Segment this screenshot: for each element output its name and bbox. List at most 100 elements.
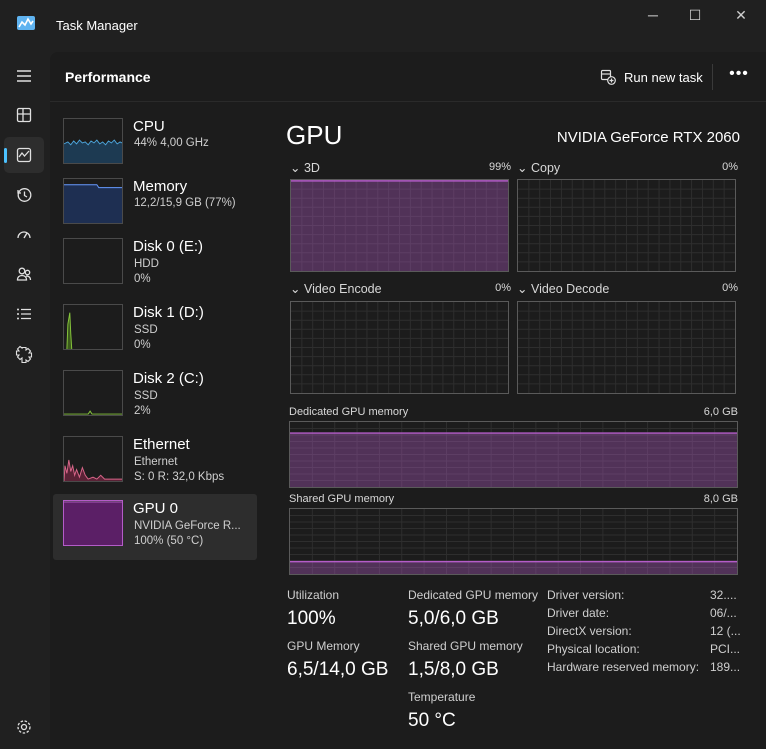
run-task-icon bbox=[600, 69, 616, 85]
window-title: Task Manager bbox=[56, 18, 138, 33]
temperature-value: 50 °C bbox=[408, 710, 456, 731]
device-name: Memory bbox=[133, 178, 188, 195]
device-usage: 2% bbox=[134, 405, 151, 417]
device-disk-1[interactable]: Disk 1 (D:) SSD 0% bbox=[53, 298, 257, 364]
close-button[interactable]: ✕ bbox=[718, 4, 764, 26]
gpu-thumbnail-graph bbox=[63, 500, 123, 546]
more-options-button[interactable]: ••• bbox=[726, 65, 752, 89]
users-icon bbox=[16, 267, 32, 281]
device-name: CPU bbox=[133, 118, 165, 135]
shared-memory-max: 8,0 GB bbox=[703, 493, 738, 505]
device-detail: 44% 4,00 GHz bbox=[134, 137, 209, 149]
chevron-down-icon: ⌄ bbox=[290, 161, 301, 175]
engine-percent: 99% bbox=[488, 161, 511, 173]
device-type: HDD bbox=[134, 258, 159, 270]
engine-label: 3D bbox=[303, 161, 320, 175]
engine-copy-selector[interactable]: ⌄ Copy bbox=[517, 160, 560, 175]
hamburger-menu-button[interactable] bbox=[4, 58, 44, 94]
minimize-button[interactable]: ─ bbox=[630, 4, 676, 26]
disk-1-thumbnail-graph bbox=[63, 304, 123, 350]
nav-details[interactable] bbox=[4, 296, 44, 332]
dedicated-memory-label: Dedicated GPU memory bbox=[289, 406, 409, 418]
usage-fill bbox=[290, 433, 737, 487]
chevron-down-icon: ⌄ bbox=[290, 282, 301, 296]
engine-copy-graph bbox=[517, 179, 736, 272]
directx-version-value: 12 (... bbox=[710, 624, 741, 638]
shared-memory-label: Shared GPU memory bbox=[289, 493, 395, 505]
nav-performance[interactable] bbox=[4, 137, 44, 173]
run-new-task-button[interactable]: Run new task bbox=[600, 66, 703, 88]
driver-date-value: 06/... bbox=[710, 606, 737, 620]
temperature-label: Temperature bbox=[408, 690, 476, 704]
cpu-thumbnail-graph bbox=[63, 118, 123, 164]
engine-label: Video Decode bbox=[530, 282, 610, 296]
nav-startup-apps[interactable] bbox=[4, 217, 44, 253]
engine-video-decode-selector[interactable]: ⌄ Video Decode bbox=[517, 281, 609, 296]
engine-video-decode-graph bbox=[517, 301, 736, 394]
nav-users[interactable] bbox=[4, 256, 44, 292]
gpu-memory-label: GPU Memory bbox=[287, 639, 360, 653]
device-detail: 12,2/15,9 GB (77%) bbox=[134, 197, 236, 209]
directx-version-key: DirectX version: bbox=[547, 624, 632, 638]
engine-video-encode-selector[interactable]: ⌄ Video Encode bbox=[290, 281, 382, 296]
device-name: GPU 0 bbox=[133, 500, 179, 517]
hamburger-icon bbox=[17, 70, 31, 82]
header-divider bbox=[712, 64, 713, 90]
device-disk-2[interactable]: Disk 2 (C:) SSD 2% bbox=[53, 364, 257, 430]
nav-processes[interactable] bbox=[4, 97, 44, 133]
gpu-memory-value: 6,5/14,0 GB bbox=[287, 659, 389, 680]
utilization-value: 100% bbox=[287, 608, 336, 629]
nav-services[interactable] bbox=[4, 336, 44, 372]
shared-memory-graph bbox=[289, 508, 738, 575]
device-model: NVIDIA GeForce R... bbox=[134, 520, 241, 532]
disk-2-thumbnail-graph bbox=[63, 370, 123, 416]
engine-3d-selector[interactable]: ⌄ 3D bbox=[290, 160, 320, 175]
navigation-rail bbox=[0, 52, 50, 749]
usage-fill bbox=[290, 561, 737, 574]
title-bar: Task Manager ─ ☐ ✕ bbox=[0, 0, 766, 52]
device-cpu[interactable]: CPU 44% 4,00 GHz bbox=[53, 112, 257, 178]
device-gpu-0[interactable]: GPU 0 NVIDIA GeForce R... 100% (50 °C) bbox=[53, 494, 257, 560]
services-icon bbox=[15, 345, 33, 363]
device-type: Ethernet bbox=[134, 456, 178, 468]
device-name: Disk 1 (D:) bbox=[133, 304, 204, 321]
device-disk-0[interactable]: Disk 0 (E:) HDD 0% bbox=[53, 232, 257, 298]
dedicated-stat-label: Dedicated GPU memory bbox=[408, 588, 539, 602]
performance-content: CPU 44% 4,00 GHz Memory 12,2/15,9 GB (77… bbox=[50, 102, 766, 749]
engine-3d-graph bbox=[290, 179, 509, 272]
startup-apps-icon bbox=[17, 231, 31, 239]
details-icon bbox=[17, 308, 31, 320]
nav-settings[interactable] bbox=[4, 709, 44, 745]
device-memory[interactable]: Memory 12,2/15,9 GB (77%) bbox=[53, 172, 257, 238]
engine-label: Video Encode bbox=[303, 282, 382, 296]
driver-version-key: Driver version: bbox=[547, 588, 625, 602]
device-ethernet[interactable]: Ethernet Ethernet S: 0 R: 32,0 Kbps bbox=[53, 430, 257, 496]
driver-version-value: 32.... bbox=[710, 588, 737, 602]
page-title: Performance bbox=[65, 69, 151, 85]
shared-stat-label: Shared GPU memory bbox=[408, 639, 523, 653]
maximize-button[interactable]: ☐ bbox=[672, 4, 718, 26]
device-name: Disk 2 (C:) bbox=[133, 370, 204, 387]
chevron-down-icon: ⌄ bbox=[517, 161, 528, 175]
engine-percent: 0% bbox=[722, 161, 738, 173]
device-throughput: S: 0 R: 32,0 Kbps bbox=[134, 471, 225, 483]
run-new-task-label: Run new task bbox=[624, 69, 703, 85]
reserved-memory-key: Hardware reserved memory: bbox=[547, 660, 700, 674]
page-header: Performance Run new task ••• bbox=[50, 52, 766, 102]
device-type: SSD bbox=[134, 324, 158, 336]
reserved-memory-value: 189... bbox=[710, 660, 741, 674]
engine-video-encode-graph bbox=[290, 301, 509, 394]
gpu-model: NVIDIA GeForce RTX 2060 bbox=[556, 129, 740, 146]
chevron-down-icon: ⌄ bbox=[517, 282, 528, 296]
device-usage: 100% (50 °C) bbox=[134, 535, 204, 547]
app-history-icon bbox=[17, 188, 32, 202]
physical-location-key: Physical location: bbox=[547, 642, 640, 656]
gpu-title: GPU bbox=[286, 120, 343, 150]
performance-icon bbox=[16, 147, 32, 163]
physical-location-value: PCI... bbox=[710, 642, 741, 656]
driver-date-key: Driver date: bbox=[547, 606, 610, 620]
nav-app-history[interactable] bbox=[4, 177, 44, 213]
device-type: SSD bbox=[134, 390, 158, 402]
device-usage: 0% bbox=[134, 339, 151, 351]
memory-thumbnail-graph bbox=[63, 178, 123, 224]
